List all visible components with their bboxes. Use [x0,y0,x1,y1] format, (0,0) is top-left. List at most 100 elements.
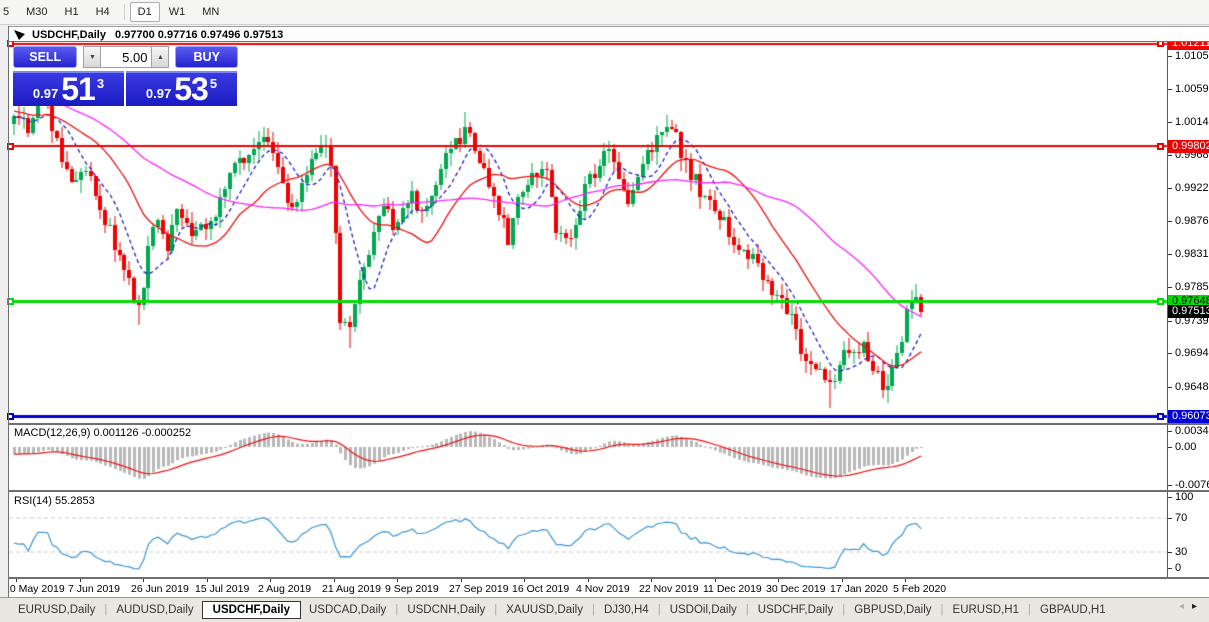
toolbar-separator [123,4,125,20]
hline-handle[interactable] [1157,413,1164,420]
date-axis[interactable]: 20 May 2019 7 Jun 2019 26 Jun 2019 15 Jul 2… [8,579,1209,597]
timeframe-button-mn[interactable]: MN [194,2,227,22]
price-axis-box-096073: 0.96073 [1168,410,1209,423]
separator-title [8,41,1209,42]
rsi-axis-tick [1168,497,1172,498]
hline-handle[interactable] [1157,143,1164,150]
sell-price-box[interactable]: 0.97 51 3 [13,71,124,106]
date-axis-tick [334,579,335,582]
date-axis-tick [588,579,589,582]
timeframe-button-d1[interactable]: D1 [129,2,160,22]
date-axis-label: 4 Nov 2019 [576,583,630,595]
price-axis-tick [1168,321,1172,322]
date-axis-label: 7 Jun 2019 [68,583,120,595]
tab-usdcad-daily[interactable]: USDCAD,Daily [301,602,394,618]
price-axis-tick [1168,287,1172,288]
rsi-axis-label: 30 [1175,546,1188,558]
price-axis-tick [1168,353,1172,354]
tab-usdchf-daily[interactable]: USDCHF,Daily [750,602,841,618]
date-axis-tick [397,579,398,582]
timeframe-button-5[interactable]: 5 [0,2,17,22]
price-axis-label: 1.00140 [1175,116,1209,128]
rsi-axis-label: 0 [1175,562,1182,574]
tab-usdchf-daily[interactable]: USDCHF,Daily [201,601,301,619]
separator-main-macd[interactable] [8,423,1209,425]
buy-button[interactable]: BUY [175,46,238,68]
buy-price-prefix: 0.97 [145,86,172,101]
chart-title-bar: USDCHF,Daily 0.97700 0.97716 0.97496 0.9… [8,26,1209,42]
tab-xauusd-daily[interactable]: XAUUSD,Daily [498,602,591,618]
date-axis-tick [270,579,271,582]
buy-price-box[interactable]: 0.97 53 5 [126,71,237,106]
tab-audusd-daily[interactable]: AUDUSD,Daily [108,602,201,618]
tab-gbpaud-h1[interactable]: GBPAUD,H1 [1032,602,1114,618]
tab-gbpusd-daily[interactable]: GBPUSD,Daily [846,602,939,618]
price-axis-tick [1168,387,1172,388]
separator-macd-rsi[interactable] [8,490,1209,492]
hline-handle[interactable] [1157,298,1164,305]
macd-axis-label: 0.00 [1175,441,1197,453]
timeframe-button-h4[interactable]: H4 [88,2,118,22]
sell-price-pip: 3 [96,76,105,91]
tab-usdcnh-daily[interactable]: USDCNH,Daily [399,602,493,618]
price-axis-tick [1168,188,1172,189]
tab-separator: | [1028,604,1031,616]
date-axis-tick [16,579,17,582]
separator-rsi-dates [8,577,1209,579]
date-axis-label: 17 Jan 2020 [830,583,888,595]
tab-usdoil-daily[interactable]: USDOil,Daily [662,602,745,618]
date-axis-tick [715,579,716,582]
price-axis-tick [1168,56,1172,57]
price-axis-label: 1.01050 [1175,50,1209,62]
tab-separator: | [395,604,399,616]
macd-axis-tick [1168,485,1172,486]
price-axis-box-101211: 1.01211 [1168,42,1209,50]
date-axis-label: 22 Nov 2019 [639,583,699,595]
date-axis-tick [651,579,652,582]
volume-increase-icon[interactable]: ▲ [151,46,170,68]
tab-scroll-right-icon[interactable]: ▸ [1192,601,1205,612]
tab-separator: | [745,604,749,616]
price-axis-label: 1.00590 [1175,83,1209,95]
window-left-border [8,26,9,597]
chart-ohlc-values: 0.97700 0.97716 0.97496 0.97513 [114,28,284,41]
price-axis[interactable]: 1.010501.005901.001400.996800.992200.987… [1167,42,1209,577]
rsi-axis-label: 100 [1175,491,1194,503]
tab-separator: | [657,604,661,616]
volume-input[interactable] [101,46,152,68]
date-axis-tick [905,579,906,582]
buy-price-pip: 5 [209,76,218,91]
timeframe-button-w1[interactable]: W1 [161,2,194,22]
rsi-axis-tick [1168,552,1172,553]
date-axis-label: 9 Sep 2019 [385,583,439,595]
date-axis-tick [524,579,525,582]
date-axis-label: 11 Dec 2019 [703,583,762,595]
tab-eurusd-daily[interactable]: EURUSD,Daily [10,602,103,618]
rsi-axis-tick [1168,518,1172,519]
volume-decrease-icon[interactable]: ▼ [83,46,102,68]
macd-indicator-label: MACD(12,26,9) 0.001126 -0.000252 [14,427,192,439]
rsi-axis-label: 70 [1175,512,1188,524]
one-click-trading-panel: SELL ▼ ▲ BUY 0.97 51 3 0.97 53 5 [13,46,238,106]
chart-symbol-title: USDCHF,Daily [32,28,106,41]
sell-button[interactable]: SELL [13,46,78,68]
tab-scroll-left-icon[interactable]: ◂ [1179,601,1192,612]
tab-separator: | [940,604,944,616]
price-axis-label: 0.96940 [1175,347,1209,359]
volume-spinner: ▼ ▲ [83,46,170,68]
tab-scroll-arrows: ◂▸ [1179,601,1205,612]
tab-separator: | [591,604,595,616]
sell-price-main: 51 [61,71,96,107]
date-axis-label: 16 Oct 2019 [512,583,570,595]
timeframe-button-h1[interactable]: H1 [57,2,87,22]
price-axis-tick [1168,122,1172,123]
date-axis-label: 27 Sep 2019 [449,583,509,595]
date-axis-label: 30 Dec 2019 [766,583,826,595]
timeframe-button-m30[interactable]: M30 [18,2,55,22]
macd-axis-tick [1168,447,1172,448]
chart-pointer-icon [14,30,25,40]
tab-eurusd-h1[interactable]: EURUSD,H1 [945,602,1027,618]
tab-dj30-h4[interactable]: DJ30,H4 [596,602,657,618]
date-axis-tick [80,579,81,582]
date-axis-label: 20 May 2019 [8,583,65,595]
